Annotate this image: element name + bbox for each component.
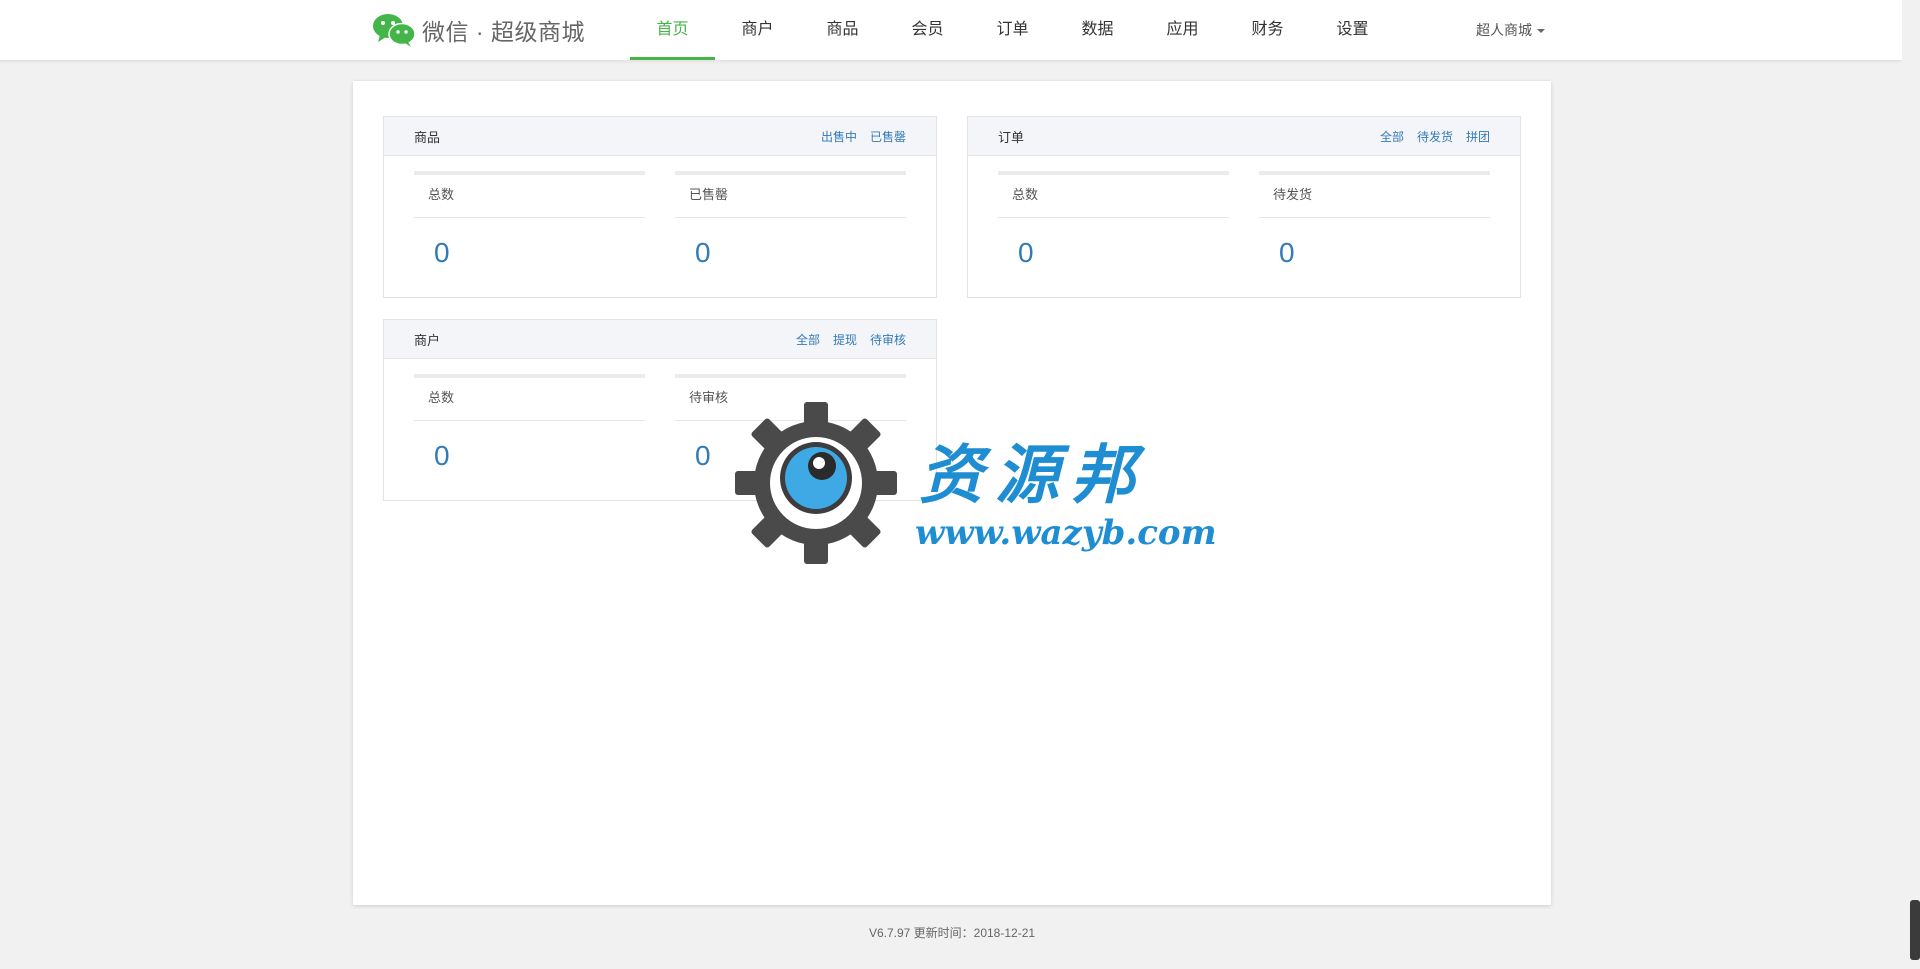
nav-item-settings[interactable]: 设置 [1310,0,1395,60]
stat-total: 总数 0 [414,374,645,491]
stat-value: 0 [695,237,711,268]
nav-item-apps[interactable]: 应用 [1140,0,1225,60]
brand-title: 微信 · 超级商城 [422,19,585,45]
stat-label: 总数 [998,175,1229,218]
stats-row: 总数 0 待发货 0 [968,156,1520,288]
nav-item-merchants[interactable]: 商户 [715,0,800,60]
card-links: 出售中 已售罄 [821,128,906,145]
nav-item-members[interactable]: 会员 [885,0,970,60]
stat-value: 0 [434,440,450,471]
nav-item-home[interactable]: 首页 [630,0,715,60]
orders-card: 订单 全部 待发货 拼团 总数 0 待发货 0 [967,116,1521,298]
footer-version: V6.7.97 更新时间：2018-12-21 [868,926,1036,940]
nav-item-data[interactable]: 数据 [1055,0,1140,60]
watermark: 资源邦 www.wazyb.com [735,402,1217,572]
stat-label: 已售罄 [675,175,906,218]
card-title: 商品 [414,129,441,145]
scrollbar-handle[interactable] [1910,900,1920,960]
stat-value: 0 [1279,237,1295,268]
card-header: 订单 全部 待发货 拼团 [968,117,1520,156]
gear-eye-icon [735,402,897,564]
card-title: 商户 [414,332,441,348]
stat-total: 总数 0 [414,171,645,288]
stat-label: 待发货 [1259,175,1490,218]
nav-item-orders[interactable]: 订单 [970,0,1055,60]
caret-down-icon [1537,29,1545,33]
stat-total: 总数 0 [998,171,1229,288]
card-header: 商户 全部 提现 待审核 [384,320,936,359]
link-withdraw[interactable]: 提现 [833,331,857,348]
stat-label: 总数 [414,175,645,218]
user-menu[interactable]: 超人商城 [1476,0,1545,60]
link-all-orders[interactable]: 全部 [1380,128,1404,145]
top-navbar: 微信 · 超级商城 首页 商户 商品 会员 订单 数据 应用 财务 设置 超人商… [0,0,1902,61]
stat-value: 0 [434,237,450,268]
link-on-sale[interactable]: 出售中 [821,128,857,145]
card-header: 商品 出售中 已售罄 [384,117,936,156]
nav-item-finance[interactable]: 财务 [1225,0,1310,60]
card-title: 订单 [998,129,1025,145]
user-menu-label: 超人商城 [1476,22,1532,38]
watermark-url: www.wazyb.com [915,513,1217,553]
stat-sold-out: 已售罄 0 [675,171,906,288]
stat-to-ship: 待发货 0 [1259,171,1490,288]
stat-value: 0 [1018,237,1034,268]
link-all-merchants[interactable]: 全部 [796,331,820,348]
link-pending-review[interactable]: 待审核 [870,331,906,348]
nav-item-goods[interactable]: 商品 [800,0,885,60]
link-to-ship[interactable]: 待发货 [1417,128,1453,145]
stat-label: 总数 [414,378,645,421]
link-sold-out[interactable]: 已售罄 [870,128,906,145]
card-links: 全部 提现 待审核 [796,331,906,348]
goods-card: 商品 出售中 已售罄 总数 0 已售罄 0 [383,116,937,298]
wechat-logo-icon [373,14,416,47]
card-links: 全部 待发货 拼团 [1380,128,1490,145]
main-nav: 首页 商户 商品 会员 订单 数据 应用 财务 设置 [630,0,1395,60]
link-group-buy[interactable]: 拼团 [1466,128,1490,145]
page-scrollbar[interactable] [1902,0,1920,969]
watermark-title: 资源邦 [919,438,1147,513]
brand[interactable]: 微信 · 超级商城 [372,10,585,50]
stats-row: 总数 0 已售罄 0 [384,156,936,288]
